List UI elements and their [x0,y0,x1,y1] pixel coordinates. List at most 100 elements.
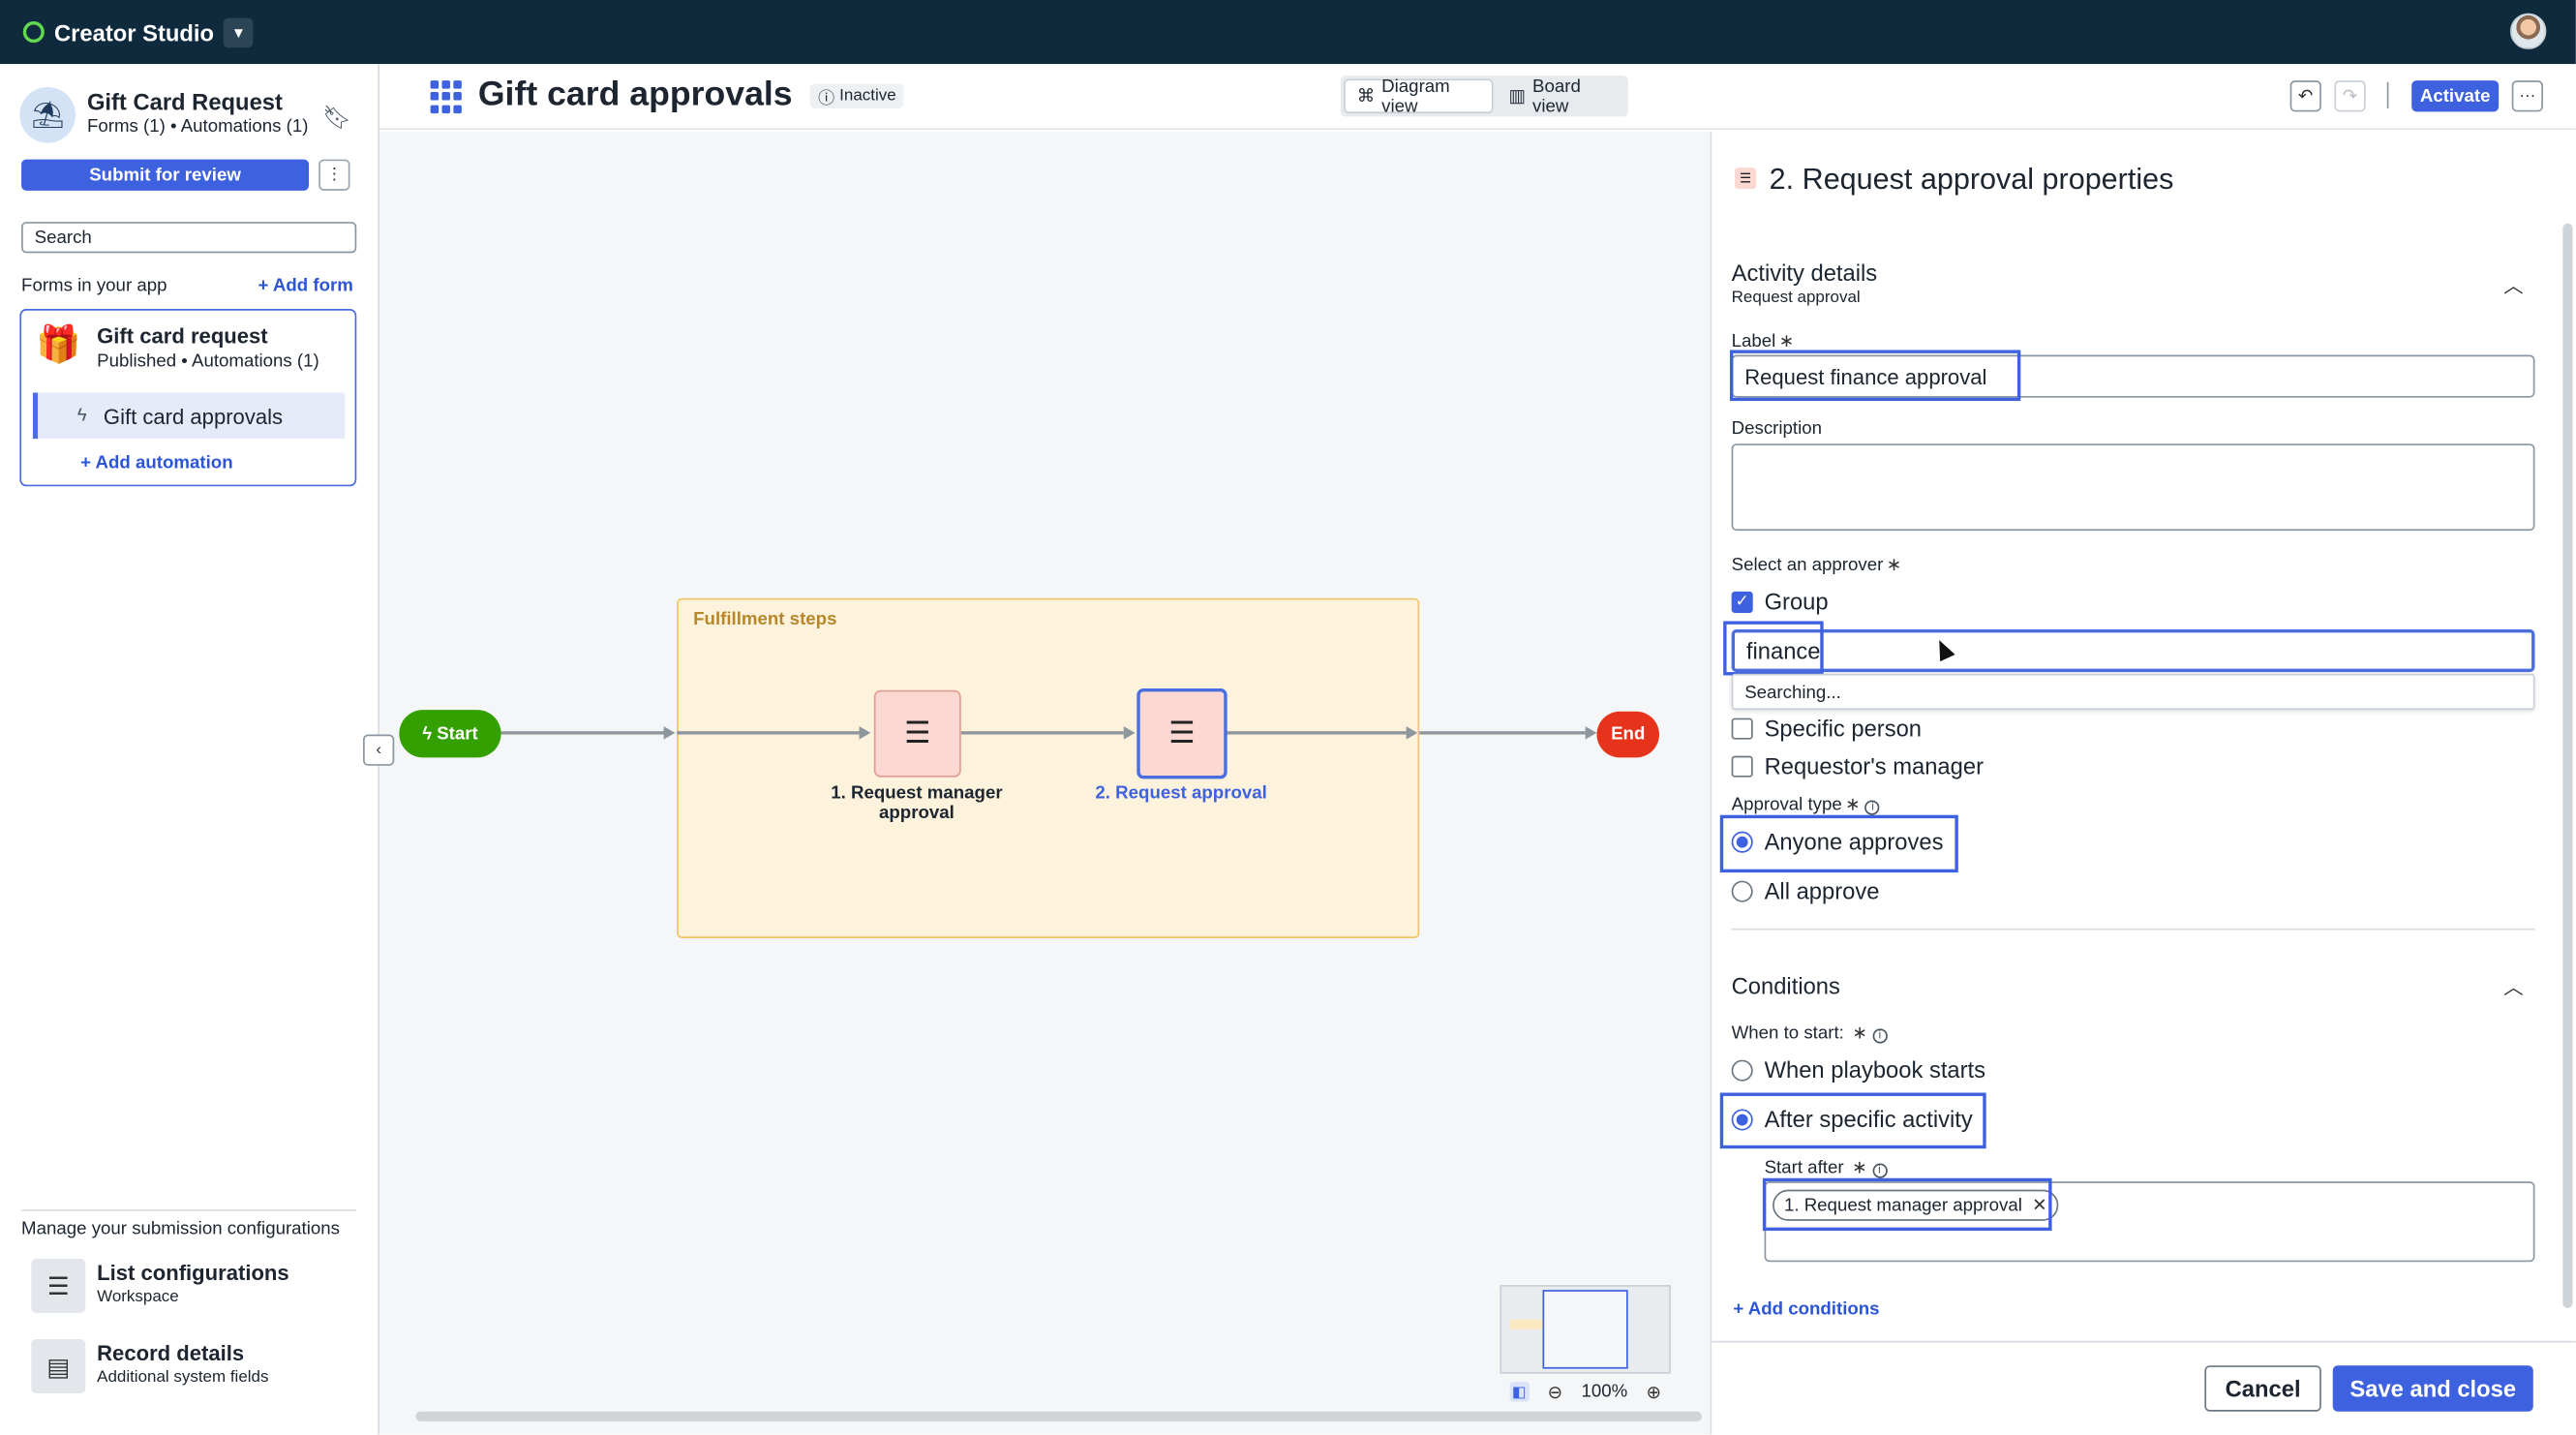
sidebar: ⛱ Gift Card Request Forms (1) • Automati… [0,64,380,1435]
add-form-link[interactable]: + Add form [258,276,352,295]
bookmark-icon[interactable]: 🔖︎ [322,104,351,132]
sidebar-item-title: List configurations [97,1260,289,1286]
redo-icon[interactable]: ↷ [2334,80,2366,112]
chevron-up-icon[interactable]: ︿ [2503,973,2523,1001]
submit-for-review-button[interactable]: Submit for review [21,159,310,191]
after-specific-activity-radio[interactable] [1731,1108,1753,1130]
form-subtitle: Published • Automations (1) [97,351,319,372]
requestors-manager-checkbox-row[interactable]: Requestor's manager [1731,752,1984,779]
horizontal-scrollbar[interactable] [415,1411,1703,1421]
task-node-request-approval[interactable]: ☰ [1136,688,1227,779]
specific-person-checkbox[interactable] [1731,717,1753,739]
board-view-button[interactable]: ▥ Board view [1498,76,1625,116]
zoom-in-icon[interactable]: ⊕ [1647,1381,1662,1402]
approval-type-field-label: Approval type ∗ i [1732,794,1881,815]
minimap[interactable] [1500,1285,1671,1374]
cancel-button[interactable]: Cancel [2204,1365,2321,1412]
sidebar-item-list-configurations[interactable]: ☰ List configurations Workspace [31,1258,359,1318]
fit-view-icon[interactable]: ◧ [1508,1382,1530,1402]
diagram-view-label: Diagram view [1381,76,1450,116]
group-search-input[interactable] [1731,628,2535,673]
connector [1419,731,1586,734]
sidebar-item-subtitle: Workspace [97,1288,179,1307]
selected-activity-chip[interactable]: 1. Request manager approval ✕ [1773,1189,2059,1221]
when-playbook-starts-radio[interactable] [1731,1058,1753,1081]
diagram-view-button[interactable]: ⌘ Diagram view [1344,76,1495,116]
chevron-up-icon[interactable]: ︿ [2503,271,2523,299]
anyone-approves-label: Anyone approves [1764,828,1944,855]
connector-arrow [1585,726,1597,740]
zoom-controls: ◧ ⊖ 100% ⊕ [1500,1375,1671,1409]
task-label[interactable]: 1. Request manager approval [827,783,1008,823]
record-details-icon: ▤ [31,1339,86,1394]
task-list-icon: ☰ [1168,716,1196,749]
brand[interactable]: Creator Studio [22,18,215,46]
sidebar-item-record-details[interactable]: ▤ Record details Additional system field… [31,1339,359,1398]
start-node[interactable]: ϟ Start [399,710,501,758]
beach-umbrella-icon: ⛱ [19,86,76,143]
connector-arrow [1406,726,1418,740]
specific-person-checkbox-row[interactable]: Specific person [1731,715,1922,741]
minimap-viewport[interactable] [1542,1290,1628,1369]
connector-arrow [859,726,871,740]
group-checkbox[interactable]: ✓ [1731,591,1753,613]
forms-section-label: Forms in your app [21,276,167,296]
user-avatar[interactable] [2510,13,2547,49]
all-approve-radio-row[interactable]: All approve [1731,877,1880,904]
zoom-out-icon[interactable]: ⊖ [1548,1381,1563,1402]
add-conditions-link[interactable]: + Add conditions [1733,1299,1879,1319]
approver-field-label: Select an approver ∗ [1731,555,1902,575]
undo-icon[interactable]: ↶ [2289,80,2321,112]
list-icon: ☰ [31,1258,86,1313]
description-textarea[interactable] [1731,443,2535,532]
start-after-select[interactable]: 1. Request manager approval ✕ [1764,1181,2535,1263]
app-name: Creator Studio [54,18,215,46]
diagram-canvas[interactable]: ‹ Fulfillment steps ϟ Start ☰ 1. Request… [363,131,1711,1435]
manage-configurations-label: Manage your submission configurations [21,1219,340,1239]
anyone-approves-radio[interactable] [1731,830,1753,852]
panel-title: 2. Request approval properties [1769,163,2174,196]
swimlane-label: Fulfillment steps [693,609,837,629]
status-badge-label: Inactive [839,86,896,106]
end-node[interactable]: End [1596,711,1659,758]
search-input[interactable] [21,222,357,254]
start-bolt-icon: ϟ [422,723,433,744]
info-icon: ⓘ [818,90,835,109]
after-specific-activity-radio-row[interactable]: After specific activity [1731,1106,1973,1132]
app-root: Creator Studio ▼ ⛱ Gift Card Request For… [0,0,2576,1435]
label-input[interactable] [1731,354,2535,398]
vertical-scrollbar[interactable] [2562,223,2573,1308]
anyone-approves-radio-row[interactable]: Anyone approves [1731,828,1944,855]
creator-studio-logo-icon [22,21,45,44]
requestors-manager-checkbox[interactable] [1731,754,1753,777]
all-approve-radio[interactable] [1731,879,1753,901]
task-list-icon: ☰ [904,716,931,749]
close-icon[interactable]: ✕ [2032,1195,2047,1215]
properties-panel: ☰ 2. Request approval properties Activit… [1710,131,2576,1435]
add-automation-link[interactable]: + Add automation [80,453,232,473]
search-dropdown-status: Searching... [1731,673,2535,711]
canvas-header: Gift card approvals ⓘ Inactive ⌘ Diagram… [379,64,2576,131]
automation-item[interactable]: ϟ Gift card approvals [32,392,346,440]
section-divider [1731,928,2535,931]
app-switcher-dropdown-icon[interactable]: ▼ [224,16,254,47]
task-node-request-manager-approval[interactable]: ☰ [873,689,961,778]
swimlane-fulfillment-steps[interactable]: Fulfillment steps [677,597,1420,938]
group-checkbox-row[interactable]: ✓ Group [1731,588,1829,615]
all-approve-label: All approve [1764,877,1880,904]
when-playbook-starts-radio-row[interactable]: When playbook starts [1731,1056,1985,1083]
activate-button[interactable]: Activate [2411,80,2500,112]
more-options-icon[interactable]: ⋮ [318,159,350,191]
more-horizontal-icon[interactable]: ··· [2511,80,2543,112]
connector [1225,731,1407,734]
collapse-sidebar-icon[interactable]: ‹ [363,734,395,766]
form-card[interactable]: 🎁 Gift card request Published • Automati… [19,309,357,487]
chip-label: 1. Request manager approval [1783,1195,2022,1215]
group-checkbox-label: Group [1764,588,1829,615]
top-bar: Creator Studio ▼ [0,0,2576,65]
save-and-close-button[interactable]: Save and close [2332,1365,2533,1412]
connector-arrow [1123,726,1136,740]
task-label-selected[interactable]: 2. Request approval [1082,783,1280,803]
status-badge: ⓘ Inactive [809,83,905,109]
connector [500,731,669,734]
